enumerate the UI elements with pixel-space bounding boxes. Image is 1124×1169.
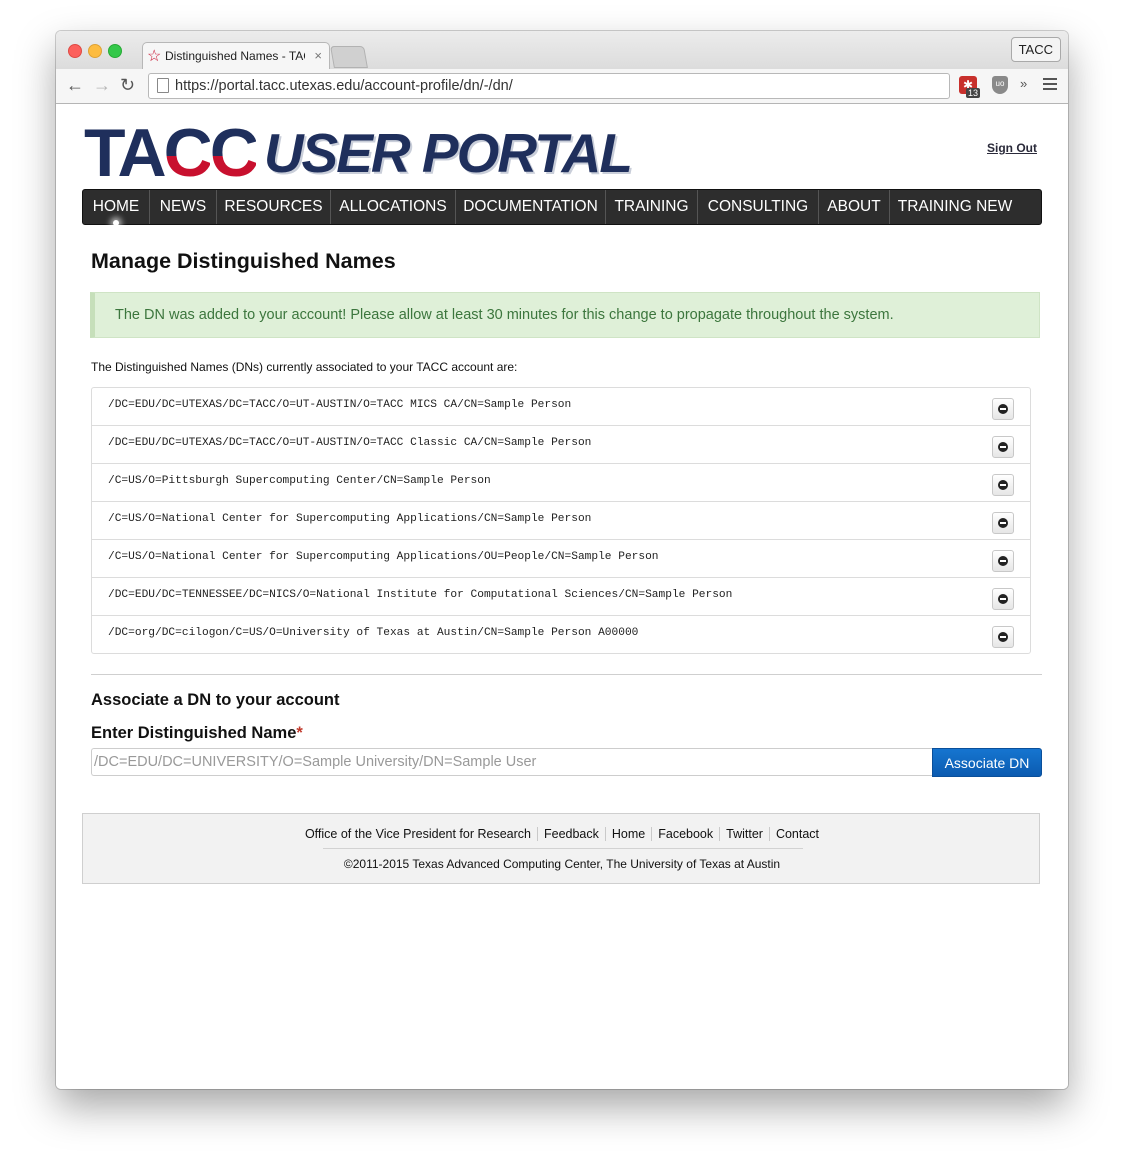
- footer-divider: [323, 848, 803, 849]
- remove-dn-button[interactable]: [992, 474, 1014, 496]
- tab-close-icon[interactable]: ×: [314, 48, 322, 63]
- page-title: Manage Distinguished Names: [91, 249, 396, 273]
- dn-list: /DC=EDU/DC=UTEXAS/DC=TACC/O=UT-AUSTIN/O=…: [91, 387, 1031, 654]
- nav-item-news[interactable]: NEWS: [150, 190, 217, 224]
- dn-text: /C=US/O=Pittsburgh Supercomputing Center…: [108, 475, 491, 487]
- dn-text: /DC=EDU/DC=TENNESSEE/DC=NICS/O=National …: [108, 589, 733, 601]
- tab-strip: ☆ Distinguished Names - TACC × TACC: [56, 31, 1068, 70]
- nav-item-allocations[interactable]: ALLOCATIONS: [331, 190, 456, 224]
- nav-item-about[interactable]: ABOUT: [819, 190, 890, 224]
- minus-circle-icon: [998, 480, 1008, 490]
- logo-user-portal: USER PORTAL: [263, 122, 633, 184]
- logo-tacc: TACC: [84, 115, 259, 191]
- dn-row: /DC=org/DC=cilogon/C=US/O=University of …: [92, 616, 1030, 653]
- extension-badge: 13: [966, 88, 981, 98]
- back-arrow-icon[interactable]: ←: [66, 75, 84, 95]
- dn-field-label: Enter Distinguished Name*: [91, 724, 303, 742]
- associate-dn-button[interactable]: Associate DN: [932, 748, 1042, 777]
- remove-dn-button[interactable]: [992, 436, 1014, 458]
- minus-circle-icon: [998, 442, 1008, 452]
- nav-active-indicator: [113, 220, 119, 226]
- dn-text: /DC=EDU/DC=UTEXAS/DC=TACC/O=UT-AUSTIN/O=…: [108, 399, 572, 411]
- dn-text: /C=US/O=National Center for Supercomputi…: [108, 551, 659, 563]
- profile-button[interactable]: TACC: [1010, 37, 1061, 62]
- nav-item-documentation[interactable]: DOCUMENTATION: [456, 190, 606, 224]
- menu-icon[interactable]: [1043, 78, 1057, 93]
- alert-message: The DN was added to your account! Please…: [115, 307, 894, 323]
- dn-row: /C=US/O=National Center for Supercomputi…: [92, 540, 1030, 578]
- associate-heading: Associate a DN to your account: [91, 691, 340, 709]
- footer-link-ovpr[interactable]: Office of the Vice President for Researc…: [298, 827, 538, 841]
- url-text: https://portal.tacc.utexas.edu/account-p…: [175, 78, 513, 94]
- footer-copyright: ©2011-2015 Texas Advanced Computing Cent…: [343, 857, 781, 871]
- minus-circle-icon: [998, 594, 1008, 604]
- dn-input[interactable]: [91, 748, 933, 776]
- minimize-window-button[interactable]: [88, 44, 102, 58]
- sign-out-link[interactable]: Sign Out: [987, 141, 1037, 155]
- footer-links: Office of the Vice President for Researc…: [83, 827, 1041, 841]
- star-favicon-icon: ☆: [147, 48, 162, 65]
- minus-circle-icon: [998, 632, 1008, 642]
- nav-item-resources[interactable]: RESOURCES: [217, 190, 331, 224]
- dn-text: /DC=EDU/DC=UTEXAS/DC=TACC/O=UT-AUSTIN/O=…: [108, 437, 592, 449]
- browser-window: ☆ Distinguished Names - TACC × TACC ← → …: [56, 31, 1068, 1089]
- footer-link-feedback[interactable]: Feedback: [537, 827, 606, 841]
- reload-icon[interactable]: ↻: [120, 75, 135, 95]
- footer-link-facebook[interactable]: Facebook: [652, 827, 721, 841]
- dn-row: /C=US/O=Pittsburgh Supercomputing Center…: [92, 464, 1030, 502]
- minus-circle-icon: [998, 404, 1008, 414]
- dn-row: /DC=EDU/DC=UTEXAS/DC=TACC/O=UT-AUSTIN/O=…: [92, 426, 1030, 464]
- tacc-logo[interactable]: TACC USER PORTAL: [84, 115, 633, 191]
- page-content: TACC USER PORTAL Sign Out HOME NEWS RESOU…: [56, 104, 1068, 1089]
- more-extensions-icon[interactable]: »: [1020, 76, 1027, 91]
- dn-list-intro: The Distinguished Names (DNs) currently …: [91, 360, 518, 374]
- footer-link-home[interactable]: Home: [605, 827, 653, 841]
- main-nav: HOME NEWS RESOURCES ALLOCATIONS DOCUMENT…: [82, 189, 1042, 226]
- remove-dn-button[interactable]: [992, 588, 1014, 610]
- close-window-button[interactable]: [68, 44, 82, 58]
- footer-link-contact[interactable]: Contact: [770, 827, 825, 841]
- dn-text: /C=US/O=National Center for Supercomputi…: [108, 513, 592, 525]
- dn-row: /C=US/O=National Center for Supercomputi…: [92, 502, 1030, 540]
- minus-circle-icon: [998, 556, 1008, 566]
- remove-dn-button[interactable]: [992, 550, 1014, 572]
- required-mark: *: [296, 724, 303, 742]
- minus-circle-icon: [998, 518, 1008, 528]
- browser-toolbar: ← → ↻ https://portal.tacc.utexas.edu/acc…: [56, 69, 1068, 104]
- address-bar[interactable]: https://portal.tacc.utexas.edu/account-p…: [148, 73, 950, 99]
- nav-item-training[interactable]: TRAINING: [606, 190, 698, 224]
- tab-title: Distinguished Names - TACC: [165, 49, 305, 63]
- success-alert: The DN was added to your account! Please…: [90, 292, 1040, 338]
- new-tab-button[interactable]: [330, 46, 368, 68]
- ublock-shield-icon[interactable]: uo: [992, 76, 1008, 94]
- nav-item-consulting[interactable]: CONSULTING: [698, 190, 819, 224]
- dn-text: /DC=org/DC=cilogon/C=US/O=University of …: [108, 627, 639, 639]
- dn-row: /DC=EDU/DC=TENNESSEE/DC=NICS/O=National …: [92, 578, 1030, 616]
- nav-item-home[interactable]: HOME: [83, 190, 150, 224]
- nav-item-training-new[interactable]: TRAINING NEW: [890, 190, 1020, 224]
- zoom-window-button[interactable]: [108, 44, 122, 58]
- dn-row: /DC=EDU/DC=UTEXAS/DC=TACC/O=UT-AUSTIN/O=…: [92, 388, 1030, 426]
- remove-dn-button[interactable]: [992, 626, 1014, 648]
- remove-dn-button[interactable]: [992, 398, 1014, 420]
- section-divider: [91, 674, 1042, 675]
- footer: Office of the Vice President for Researc…: [82, 813, 1040, 884]
- footer-link-twitter[interactable]: Twitter: [720, 827, 770, 841]
- remove-dn-button[interactable]: [992, 512, 1014, 534]
- browser-tab[interactable]: ☆ Distinguished Names - TACC ×: [142, 42, 330, 70]
- forward-arrow-icon[interactable]: →: [93, 75, 111, 95]
- page-icon: [157, 78, 169, 93]
